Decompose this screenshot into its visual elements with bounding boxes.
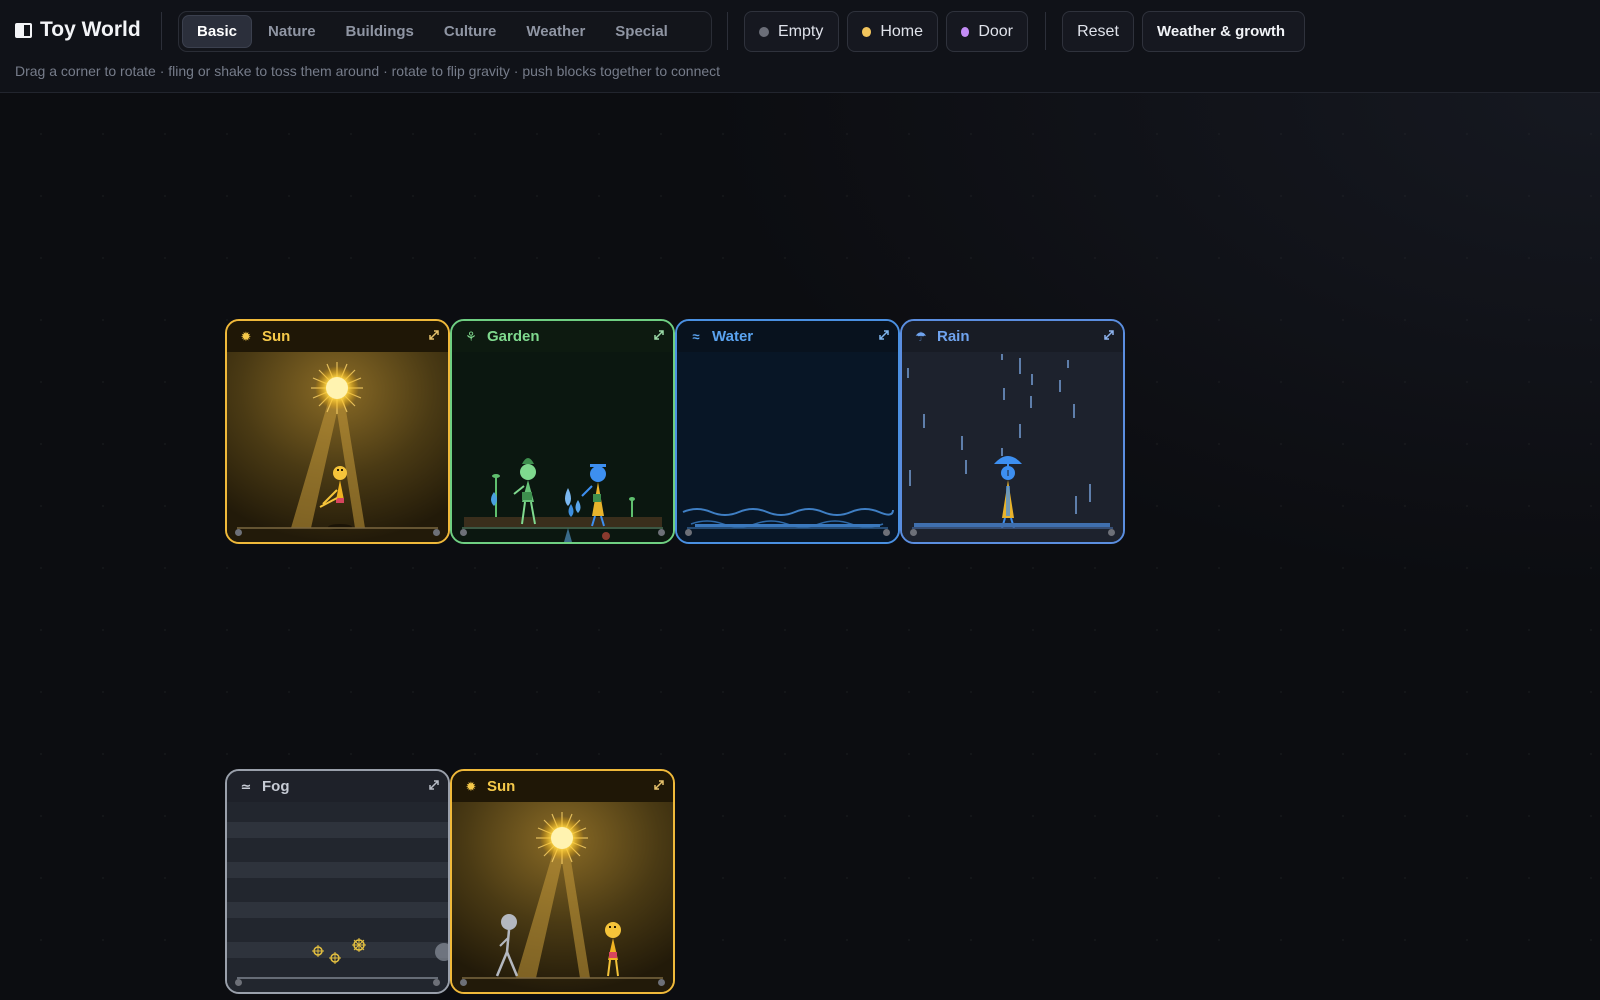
- block-title: Water: [712, 328, 754, 345]
- tab-culture[interactable]: Culture: [430, 15, 511, 48]
- block-title: Garden: [487, 328, 540, 345]
- divider: [727, 12, 728, 50]
- home-dot-icon: [862, 26, 872, 37]
- empty-dot-icon: [759, 26, 769, 37]
- divider: [161, 12, 162, 50]
- corner-handle[interactable]: [235, 529, 242, 536]
- sun-icon: ✹: [240, 328, 252, 344]
- reset-label: Reset: [1077, 22, 1119, 40]
- block-header[interactable]: ☂ Rain: [902, 321, 1123, 352]
- waves-icon: ≈: [692, 329, 700, 344]
- rain-cloud-icon: ☂: [915, 328, 927, 344]
- block-header[interactable]: ≈ Water: [677, 321, 898, 352]
- tab-basic[interactable]: Basic: [182, 15, 253, 48]
- block-rain[interactable]: ☂ Rain: [900, 319, 1125, 544]
- door-dot-icon: [961, 26, 970, 37]
- resize-icon[interactable]: [1103, 329, 1115, 341]
- rain-scene: [902, 352, 1123, 542]
- block-fog[interactable]: ≃ Fog: [225, 769, 450, 994]
- resize-icon[interactable]: [428, 329, 440, 341]
- block-garden[interactable]: ⚘ Garden: [450, 319, 675, 544]
- home-mode-button[interactable]: Home: [847, 11, 938, 52]
- sidebar-toggle-icon[interactable]: [15, 22, 32, 38]
- sun-scene: [227, 352, 448, 542]
- category-tabs: Basic Nature Buildings Culture Weather S…: [178, 11, 712, 52]
- tab-special[interactable]: Special: [601, 15, 682, 48]
- block-sun[interactable]: ✹ Sun: [225, 319, 450, 544]
- corner-handle[interactable]: [235, 979, 242, 986]
- block-title: Sun: [262, 328, 291, 345]
- corner-handle[interactable]: [658, 529, 665, 536]
- app-brand: Toy World: [15, 18, 141, 42]
- tab-weather[interactable]: Weather: [512, 15, 599, 48]
- block-sun[interactable]: ✹ Sun: [450, 769, 675, 994]
- divider: [1045, 12, 1046, 50]
- block-title: Rain: [937, 328, 970, 345]
- garden-scene: [452, 352, 673, 542]
- resize-icon[interactable]: [428, 779, 440, 791]
- corner-handle[interactable]: [910, 529, 917, 536]
- corner-handle[interactable]: [460, 979, 467, 986]
- corner-handle[interactable]: [433, 529, 440, 536]
- top-bar: Toy World Basic Nature Buildings Culture…: [0, 0, 1600, 93]
- block-header[interactable]: ≃ Fog: [227, 771, 448, 802]
- corner-handle[interactable]: [883, 529, 890, 536]
- sun-icon: ✹: [465, 778, 477, 794]
- weather-growth-label: Weather & growth: [1157, 23, 1286, 40]
- door-mode-button[interactable]: Door: [946, 11, 1028, 52]
- corner-handle[interactable]: [1108, 529, 1115, 536]
- reset-button[interactable]: Reset: [1062, 11, 1134, 52]
- sun-scene: [452, 802, 673, 992]
- hint-text: Drag a corner to rotate · fling or shake…: [15, 63, 721, 79]
- block-title: Sun: [487, 778, 516, 795]
- app-title: Toy World: [40, 18, 141, 41]
- empty-mode-button[interactable]: Empty: [744, 11, 839, 52]
- corner-handle[interactable]: [433, 979, 440, 986]
- water-scene: [677, 352, 898, 542]
- empty-mode-label: Empty: [778, 22, 824, 40]
- corner-handle[interactable]: [685, 529, 692, 536]
- resize-icon[interactable]: [878, 329, 890, 341]
- fog-icon: ≃: [240, 778, 252, 794]
- corner-handle[interactable]: [658, 979, 665, 986]
- resize-icon[interactable]: [653, 779, 665, 791]
- block-water[interactable]: ≈ Water: [675, 319, 900, 544]
- resize-icon[interactable]: [653, 329, 665, 341]
- block-header[interactable]: ⚘ Garden: [452, 321, 673, 352]
- block-header[interactable]: ✹ Sun: [227, 321, 448, 352]
- weather-growth-toggle[interactable]: Weather & growth: [1142, 11, 1305, 52]
- door-mode-label: Door: [978, 22, 1013, 40]
- fog-scene: [227, 802, 448, 992]
- tab-nature[interactable]: Nature: [254, 15, 330, 48]
- block-title: Fog: [262, 778, 290, 795]
- sprout-icon: ⚘: [465, 328, 477, 344]
- corner-handle[interactable]: [460, 529, 467, 536]
- tab-buildings[interactable]: Buildings: [332, 15, 428, 48]
- home-mode-label: Home: [880, 22, 923, 40]
- block-header[interactable]: ✹ Sun: [452, 771, 673, 802]
